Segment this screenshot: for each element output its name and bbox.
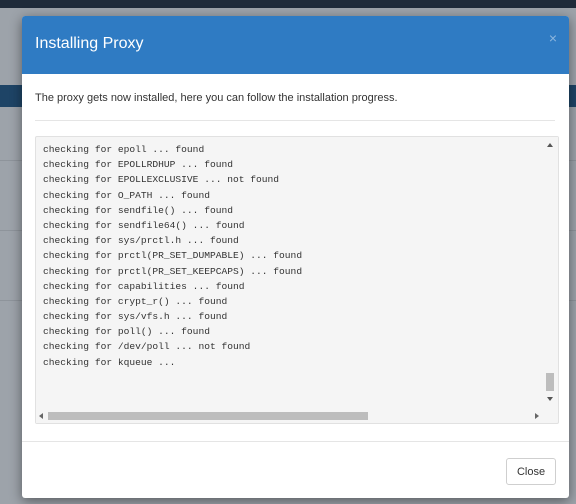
log-line: checking for poll() ... found: [43, 326, 210, 338]
log-line: checking for EPOLLRDHUP ... found: [43, 159, 233, 171]
log-line: checking for prctl(PR_SET_DUMPABLE) ... …: [43, 250, 303, 262]
background-app-topbar: [0, 0, 576, 8]
log-line: checking for sendfile() ... found: [43, 204, 233, 216]
log-line: checking for sendfile64() ... found: [43, 219, 245, 231]
scroll-right-icon[interactable]: [535, 413, 539, 419]
log-line: checking for prctl(PR_SET_KEEPCAPS) ... …: [43, 265, 303, 277]
footer-divider: [22, 441, 569, 442]
log-line: checking for kqueue ...: [43, 356, 176, 368]
log-line: checking for sys/vfs.h ... found: [43, 311, 228, 323]
dialog-header: Installing Proxy ×: [22, 16, 569, 74]
log-line: checking for O_PATH ... found: [43, 189, 210, 201]
close-icon[interactable]: ×: [549, 30, 557, 46]
scroll-up-icon[interactable]: [547, 143, 553, 147]
log-line: checking for sys/prctl.h ... found: [43, 235, 239, 247]
dialog-title: Installing Proxy: [35, 35, 144, 52]
installation-log[interactable]: checking for epoll ... found checking for…: [35, 136, 559, 424]
log-line: checking for crypt_r() ... found: [43, 295, 228, 307]
log-line: checking for /dev/poll ... not found: [43, 341, 251, 353]
divider: [35, 120, 555, 121]
dialog-intro-text: The proxy gets now installed, here you c…: [35, 92, 398, 104]
log-line: checking for EPOLLEXCLUSIVE ... not foun…: [43, 174, 280, 186]
log-line: checking for epoll ... found: [43, 144, 205, 155]
log-lines: checking for epoll ... found checking for…: [43, 142, 538, 370]
scroll-left-icon[interactable]: [39, 413, 43, 419]
log-line: checking for capabilities ... found: [43, 280, 245, 292]
horizontal-scroll-thumb[interactable]: [48, 412, 368, 420]
scroll-down-icon[interactable]: [547, 397, 553, 401]
close-button[interactable]: Close: [506, 458, 556, 485]
vertical-scrollbar[interactable]: [544, 137, 558, 407]
vertical-scroll-thumb[interactable]: [546, 373, 554, 391]
horizontal-scrollbar[interactable]: [36, 409, 544, 423]
installing-proxy-dialog: Installing Proxy × The proxy gets now in…: [22, 16, 569, 498]
